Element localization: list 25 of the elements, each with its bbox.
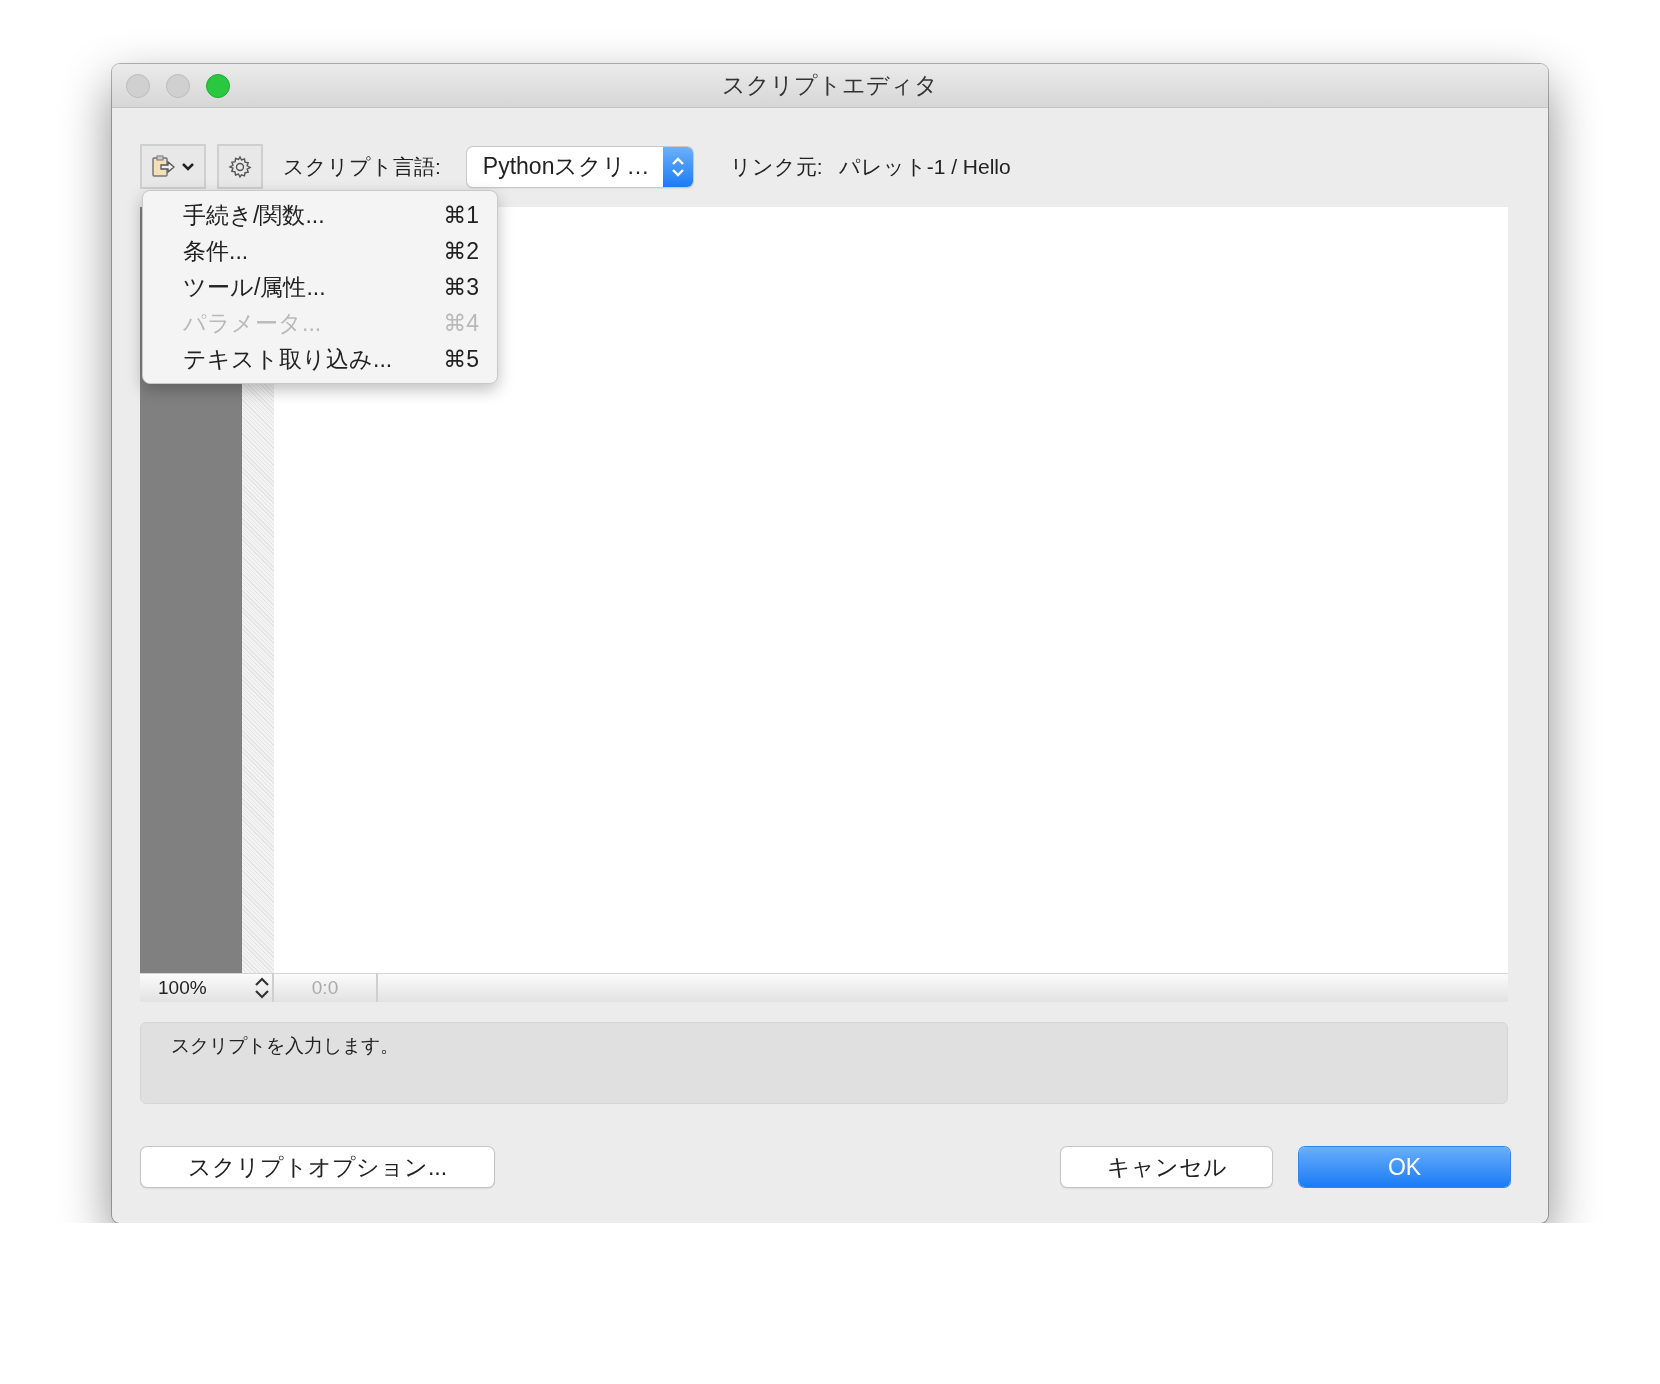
help-text: スクリプトを入力します。 [171,1035,399,1056]
shortcut-label: ⌘5 [443,345,479,373]
menu-item[interactable]: ツール/属性... ⌘3 [143,269,497,305]
script-language-popup[interactable]: Pythonスクリ… [466,146,693,187]
cursor-position: 0:0 [311,977,339,999]
zoom-level: 100% [158,977,207,999]
script-language-label: スクリプト言語: [283,153,441,180]
window-title: スクリプトエディタ [722,72,938,98]
settings-button[interactable] [217,144,263,189]
menu-item[interactable]: テキスト取り込み... ⌘5 [143,341,497,377]
insert-menu-button[interactable] [140,144,206,189]
shortcut-label: ⌘2 [443,237,479,265]
settings-icon [228,154,252,179]
link-source-label: リンク元: [729,153,823,180]
link-source-value: パレット-1 / Hello [838,153,1011,180]
dialog-button[interactable]: キャンセル [1061,1147,1272,1187]
clipboard-arrow-icon [151,154,177,179]
menu-item[interactable]: 条件... ⌘2 [143,233,497,269]
dialog-button[interactable]: スクリプトオプション... [141,1147,494,1187]
shortcut-label: ⌘1 [443,201,479,229]
shortcut-label: ⌘3 [443,273,479,301]
shortcut-label: ⌘4 [443,309,479,337]
zoom-button[interactable] [206,73,230,98]
chevron-down-icon [181,161,195,172]
menu-item[interactable]: 手続き/関数... ⌘1 [143,197,497,233]
